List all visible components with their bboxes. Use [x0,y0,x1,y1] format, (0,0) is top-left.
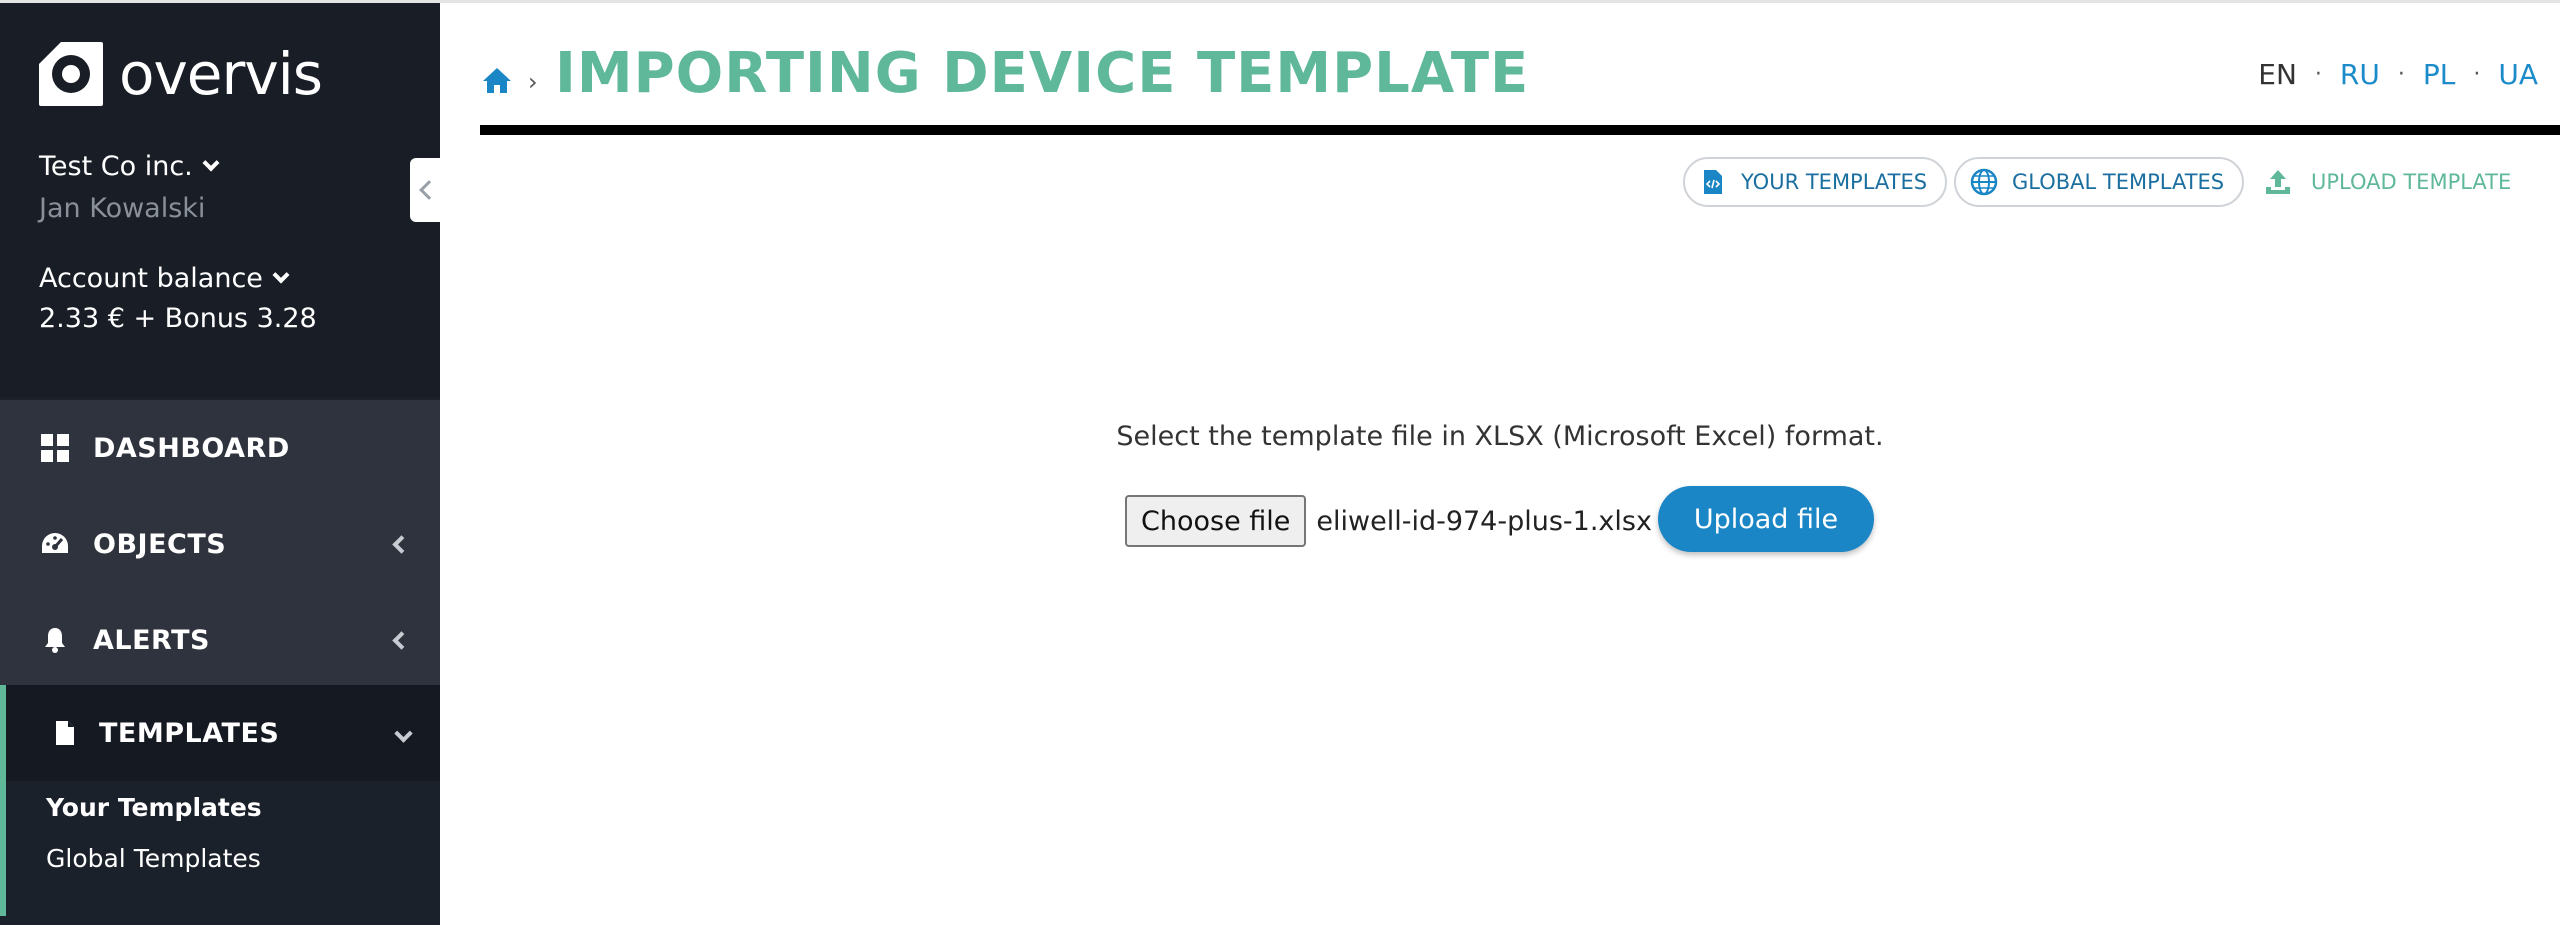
sidebar-item-label: TEMPLATES [99,717,280,749]
sidebar-header: overvis Test Co inc. Jan Kowalski Accoun… [0,3,440,397]
sidebar-item-dashboard[interactable]: DASHBOARD [0,400,440,496]
sidebar-item-templates[interactable]: TEMPLATES [0,685,440,781]
upload-instruction: Select the template file in XLSX (Micros… [1116,421,1884,452]
lang-ru[interactable]: RU [2340,58,2380,91]
sidebar-item-label: DASHBOARD [93,432,290,464]
company-selector[interactable]: Test Co inc. [39,151,220,182]
gauge-icon [40,529,70,559]
templates-submenu: Your Templates Global Templates [0,781,440,916]
chevron-down-icon [272,266,290,283]
submenu-item-global-templates[interactable]: Global Templates [46,844,261,873]
chevron-left-icon [392,630,411,650]
upload-template-button[interactable]: UPLOAD TEMPLATE [2263,157,2511,207]
globe-icon [1970,168,1998,196]
chevron-down-icon [202,154,220,171]
sidebar-item-alerts[interactable]: ALERTS [0,592,440,688]
code-file-icon [1699,168,1727,196]
logo[interactable]: overvis [39,40,323,108]
main-content: › IMPORTING DEVICE TEMPLATE EN · RU · PL… [440,3,2560,925]
sidebar: overvis Test Co inc. Jan Kowalski Accoun… [0,3,440,925]
file-input[interactable]: Choose file eliwell-id-974-plus-1.xlsx [1125,490,1652,552]
chevron-down-icon [394,723,413,743]
user-name: Jan Kowalski [39,193,206,224]
sidebar-item-label: ALERTS [93,624,210,656]
lang-separator: · [2473,62,2481,87]
lang-separator: · [2397,62,2405,87]
lang-pl[interactable]: PL [2423,58,2455,91]
overvis-logo-icon [39,42,103,106]
chevron-left-icon [419,180,439,200]
global-templates-button[interactable]: GLOBAL TEMPLATES [1954,157,2245,207]
chevron-left-icon [392,534,411,554]
page-title: IMPORTING DEVICE TEMPLATE [555,41,1530,106]
file-icon [50,718,80,748]
upload-icon [2266,170,2290,194]
lang-en[interactable]: EN [2258,58,2297,91]
sidebar-collapse-button[interactable] [410,158,440,222]
selected-file-name: eliwell-id-974-plus-1.xlsx [1316,505,1652,537]
lang-separator: · [2314,62,2322,87]
submenu-item-your-templates[interactable]: Your Templates [46,793,262,822]
your-templates-button[interactable]: YOUR TEMPLATES [1683,157,1948,207]
brand-name: overvis [119,40,323,108]
account-balance-label: Account balance [39,263,263,294]
dashboard-grid-icon [40,433,70,463]
upload-file-button[interactable]: Upload file [1658,486,1874,552]
lang-ua[interactable]: UA [2498,58,2538,91]
upload-template-label: UPLOAD TEMPLATE [2311,170,2512,194]
sidebar-item-label: OBJECTS [93,528,227,560]
breadcrumb-separator: › [528,68,538,96]
your-templates-label: YOUR TEMPLATES [1741,170,1928,194]
global-templates-label: GLOBAL TEMPLATES [2012,170,2225,194]
sidebar-item-objects[interactable]: OBJECTS [0,496,440,592]
choose-file-button[interactable]: Choose file [1125,495,1307,547]
account-balance-value: 2.33 € + Bonus 3.28 [39,303,317,334]
home-icon[interactable] [480,63,514,97]
account-balance-toggle[interactable]: Account balance [39,263,290,294]
bell-icon [40,625,70,655]
language-switcher: EN · RU · PL · UA [2258,58,2538,91]
company-name: Test Co inc. [39,151,193,182]
title-divider [480,125,2560,135]
